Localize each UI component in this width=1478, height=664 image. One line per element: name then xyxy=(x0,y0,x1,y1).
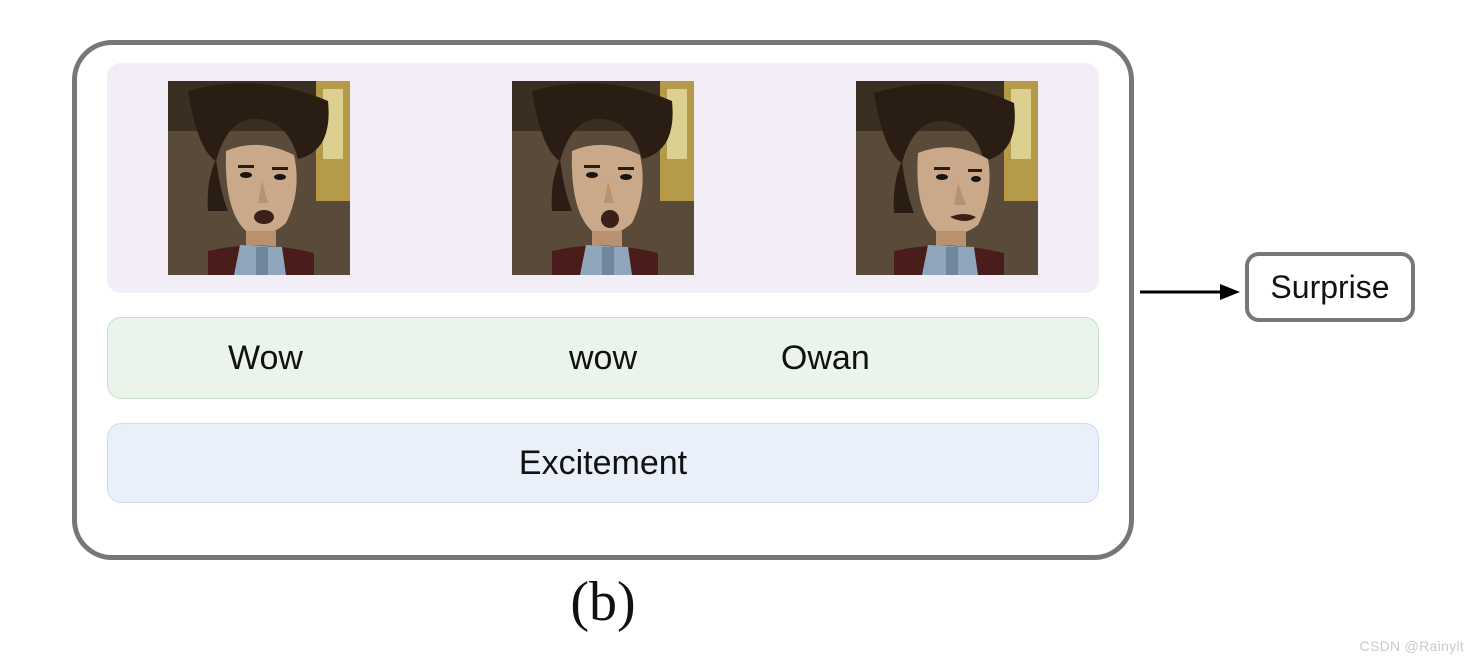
emotion-label: Excitement xyxy=(519,444,687,483)
watermark: CSDN @Rainylt xyxy=(1360,638,1464,654)
transcript-words-panel: Wow wow Owan xyxy=(107,317,1099,399)
diagram-container: Wow wow Owan Excitement xyxy=(72,40,1134,560)
word-1: Wow xyxy=(168,339,455,378)
face-image-icon xyxy=(512,81,694,275)
word-3: Owan xyxy=(751,339,1038,378)
video-frame-3 xyxy=(856,81,1038,275)
face-image-icon xyxy=(856,81,1038,275)
arrow-icon xyxy=(1140,280,1240,304)
output-label-box: Surprise xyxy=(1245,252,1415,322)
video-frames-panel xyxy=(107,63,1099,293)
output-label: Surprise xyxy=(1270,269,1389,306)
video-frame-2 xyxy=(512,81,694,275)
audio-emotion-panel: Excitement xyxy=(107,423,1099,503)
figure-caption: (b) xyxy=(72,570,1134,634)
face-image-icon xyxy=(168,81,350,275)
video-frame-1 xyxy=(168,81,350,275)
word-2: wow xyxy=(459,339,746,378)
